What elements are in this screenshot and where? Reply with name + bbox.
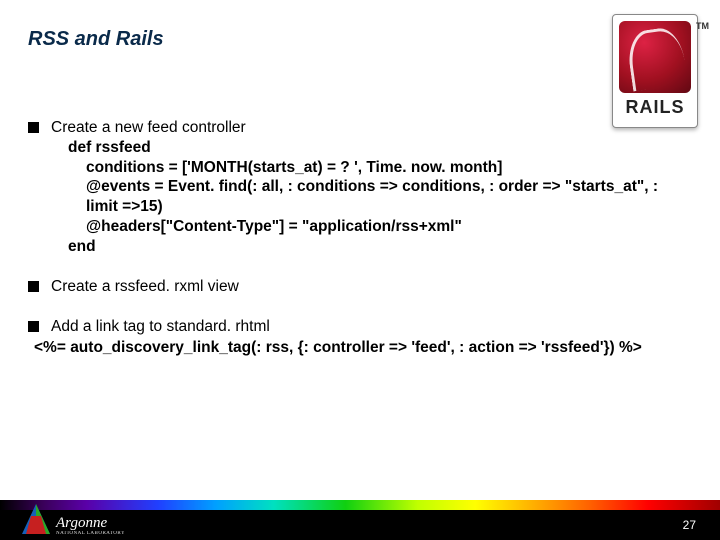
bullet-item: Create a rssfeed. rxml view (28, 277, 692, 297)
bullet-square-icon (28, 321, 39, 332)
argonne-text: Argonne NATIONAL LABORATORY (56, 516, 125, 536)
org-subname: NATIONAL LABORATORY (56, 531, 125, 536)
content-area: Create a new feed controller def rssfeed… (28, 118, 692, 359)
argonne-logo: Argonne NATIONAL LABORATORY (22, 502, 125, 536)
bullet-text: Create a new feed controller (51, 118, 692, 138)
bullet-item: Add a link tag to standard. rhtml (28, 317, 692, 337)
bullet-text: Add a link tag to standard. rhtml (51, 317, 692, 337)
org-name: Argonne (56, 516, 125, 531)
code-line: @headers["Content-Type"] = "application/… (68, 217, 692, 237)
erb-code-line: <%= auto_discovery_link_tag(: rss, {: co… (34, 338, 692, 358)
slide: RSS and Rails TM RAILS Create a new feed… (0, 0, 720, 540)
bullet-square-icon (28, 281, 39, 292)
slide-title: RSS and Rails (28, 28, 164, 51)
rails-logo: TM RAILS (612, 14, 698, 128)
trademark-label: TM (696, 21, 709, 31)
code-line: conditions = ['MONTH(starts_at) = ? ', T… (68, 158, 692, 178)
code-line: end (68, 237, 692, 257)
footer: Argonne NATIONAL LABORATORY 27 (0, 488, 720, 540)
bullet-item: Create a new feed controller (28, 118, 692, 138)
bullet-text: Create a rssfeed. rxml view (51, 277, 692, 297)
code-block: def rssfeed conditions = ['MONTH(starts_… (68, 138, 692, 257)
code-line: @events = Event. find(: all, : condition… (68, 177, 692, 217)
rails-icon (619, 21, 691, 93)
argonne-triangle-icon (22, 504, 50, 534)
bullet-square-icon (28, 122, 39, 133)
page-number: 27 (683, 518, 696, 532)
rails-logo-text: RAILS (626, 97, 685, 118)
code-line: def rssfeed (68, 138, 692, 158)
